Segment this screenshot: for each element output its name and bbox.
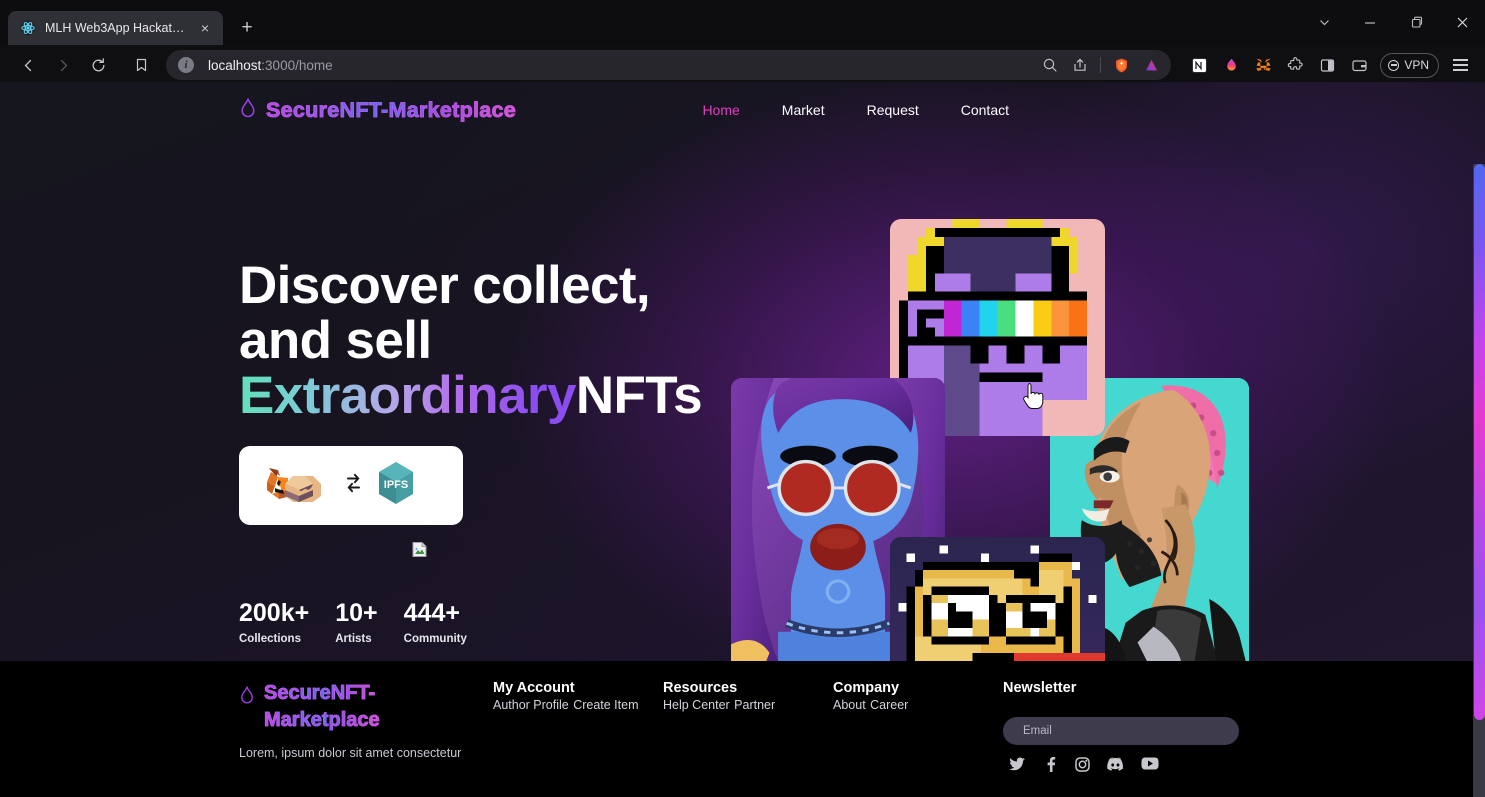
- page-viewport: SecureNFT-Marketplace Home Market Reques…: [0, 82, 1485, 797]
- flame-icon: [239, 97, 257, 123]
- address-bar[interactable]: i localhost:3000/home: [166, 50, 1172, 80]
- footer-column-heading: Company: [833, 680, 900, 696]
- vpn-label: VPN: [1404, 58, 1429, 72]
- back-arrow-icon[interactable]: [12, 49, 44, 81]
- main-nav-links: Home Market Request Contact: [681, 96, 1485, 124]
- footer-column-heading: Resources: [663, 680, 738, 696]
- facebook-icon[interactable]: [1043, 757, 1058, 777]
- footer-column-heading: My Account: [493, 680, 575, 696]
- hero-section: SecureNFT-Marketplace Home Market Reques…: [0, 82, 1485, 661]
- footer-link-partner[interactable]: Partner: [734, 698, 775, 712]
- nav-link-request[interactable]: Request: [846, 96, 940, 124]
- extensions-puzzle-icon[interactable]: [1280, 50, 1310, 80]
- mouse-cursor: [1022, 382, 1044, 415]
- page-scrollbar[interactable]: [1473, 164, 1485, 797]
- footer-column-company: Company About Career: [833, 680, 1003, 777]
- brave-shield-icon[interactable]: [1107, 51, 1135, 79]
- notion-icon[interactable]: [1184, 50, 1214, 80]
- twitter-icon[interactable]: [1009, 757, 1026, 777]
- nav-link-home[interactable]: Home: [681, 96, 760, 124]
- footer-social-links: [1003, 757, 1303, 777]
- hamburger-menu-icon[interactable]: [1445, 50, 1475, 80]
- tab-close-icon[interactable]: ×: [195, 18, 215, 38]
- site-footer: SecureNFT- Marketplace Lorem, ipsum dolor…: [0, 661, 1485, 797]
- site-logo[interactable]: SecureNFT-Marketplace: [239, 97, 516, 123]
- footer-tagline: Lorem, ipsum dolor sit amet consectetur: [239, 746, 462, 760]
- window-controls: [1301, 0, 1485, 45]
- footer-link-about[interactable]: About: [833, 698, 866, 712]
- hero-content: Discover collect, and sell Extraordinary…: [0, 138, 1485, 661]
- footer-link-help-center[interactable]: Help Center: [663, 698, 730, 712]
- browser-window: MLH Web3App Hackathon × + i localhost:30…: [0, 0, 1485, 797]
- chevron-down-icon[interactable]: [1301, 0, 1347, 45]
- search-icon[interactable]: [1036, 51, 1064, 79]
- tab-title: MLH Web3App Hackathon: [45, 21, 186, 35]
- browser-toolbar: i localhost:3000/home VPN: [0, 45, 1485, 85]
- instagram-icon[interactable]: [1075, 757, 1090, 777]
- vpn-button[interactable]: VPN: [1380, 52, 1439, 78]
- nft-card-collage: [0, 138, 1485, 661]
- minimize-icon[interactable]: [1347, 0, 1393, 45]
- footer-newsletter: Newsletter Email: [1003, 680, 1303, 777]
- vpn-status-icon: [1388, 59, 1400, 71]
- footer-columns: SecureNFT- Marketplace Lorem, ipsum dolor…: [239, 661, 1485, 777]
- scrollbar-thumb[interactable]: [1474, 164, 1485, 720]
- browser-tab[interactable]: MLH Web3App Hackathon ×: [8, 11, 223, 45]
- site-info-icon[interactable]: i: [178, 57, 194, 73]
- nav-link-contact[interactable]: Contact: [940, 96, 1030, 124]
- discord-icon[interactable]: [1107, 757, 1124, 777]
- footer-brand: SecureNFT- Marketplace Lorem, ipsum dolor…: [239, 680, 493, 777]
- wallet-icon[interactable]: [1344, 50, 1374, 80]
- bookmark-icon[interactable]: [125, 49, 157, 81]
- footer-column-my-account: My Account Author Profile Create Item: [493, 680, 663, 777]
- maximize-icon[interactable]: [1393, 0, 1439, 45]
- share-icon[interactable]: [1066, 51, 1094, 79]
- close-icon[interactable]: [1439, 0, 1485, 45]
- toolbar-divider: [1100, 57, 1102, 73]
- youtube-icon[interactable]: [1141, 757, 1159, 777]
- brave-rewards-icon[interactable]: [1216, 50, 1246, 80]
- site-navigation: SecureNFT-Marketplace Home Market Reques…: [0, 82, 1485, 138]
- reload-icon[interactable]: [82, 49, 114, 81]
- address-bar-actions: [1036, 51, 1165, 79]
- forward-arrow-icon[interactable]: [47, 49, 79, 81]
- footer-logo[interactable]: SecureNFT- Marketplace: [239, 680, 493, 734]
- newsletter-email-input[interactable]: Email: [1003, 717, 1239, 745]
- footer-logo-text: SecureNFT- Marketplace: [264, 680, 380, 734]
- sidebar-icon[interactable]: [1312, 50, 1342, 80]
- new-tab-button[interactable]: +: [233, 14, 261, 42]
- newsletter-heading: Newsletter: [1003, 680, 1077, 696]
- site-logo-text: SecureNFT-Marketplace: [266, 97, 517, 122]
- flame-icon: [239, 685, 255, 709]
- url-text: localhost:3000/home: [208, 57, 333, 73]
- react-icon: [20, 20, 36, 36]
- footer-link-career[interactable]: Career: [870, 698, 908, 712]
- nav-link-market[interactable]: Market: [761, 96, 846, 124]
- footer-link-create-item[interactable]: Create Item: [573, 698, 638, 712]
- tab-strip: MLH Web3App Hackathon × +: [0, 0, 1485, 45]
- brave-leo-icon[interactable]: [1137, 51, 1165, 79]
- footer-column-resources: Resources Help Center Partner: [663, 680, 833, 777]
- footer-link-author-profile[interactable]: Author Profile: [493, 698, 569, 712]
- metamask-icon[interactable]: [1248, 50, 1278, 80]
- extensions-area: VPN: [1184, 50, 1475, 80]
- nft-card-pixel-frog[interactable]: [890, 537, 1105, 661]
